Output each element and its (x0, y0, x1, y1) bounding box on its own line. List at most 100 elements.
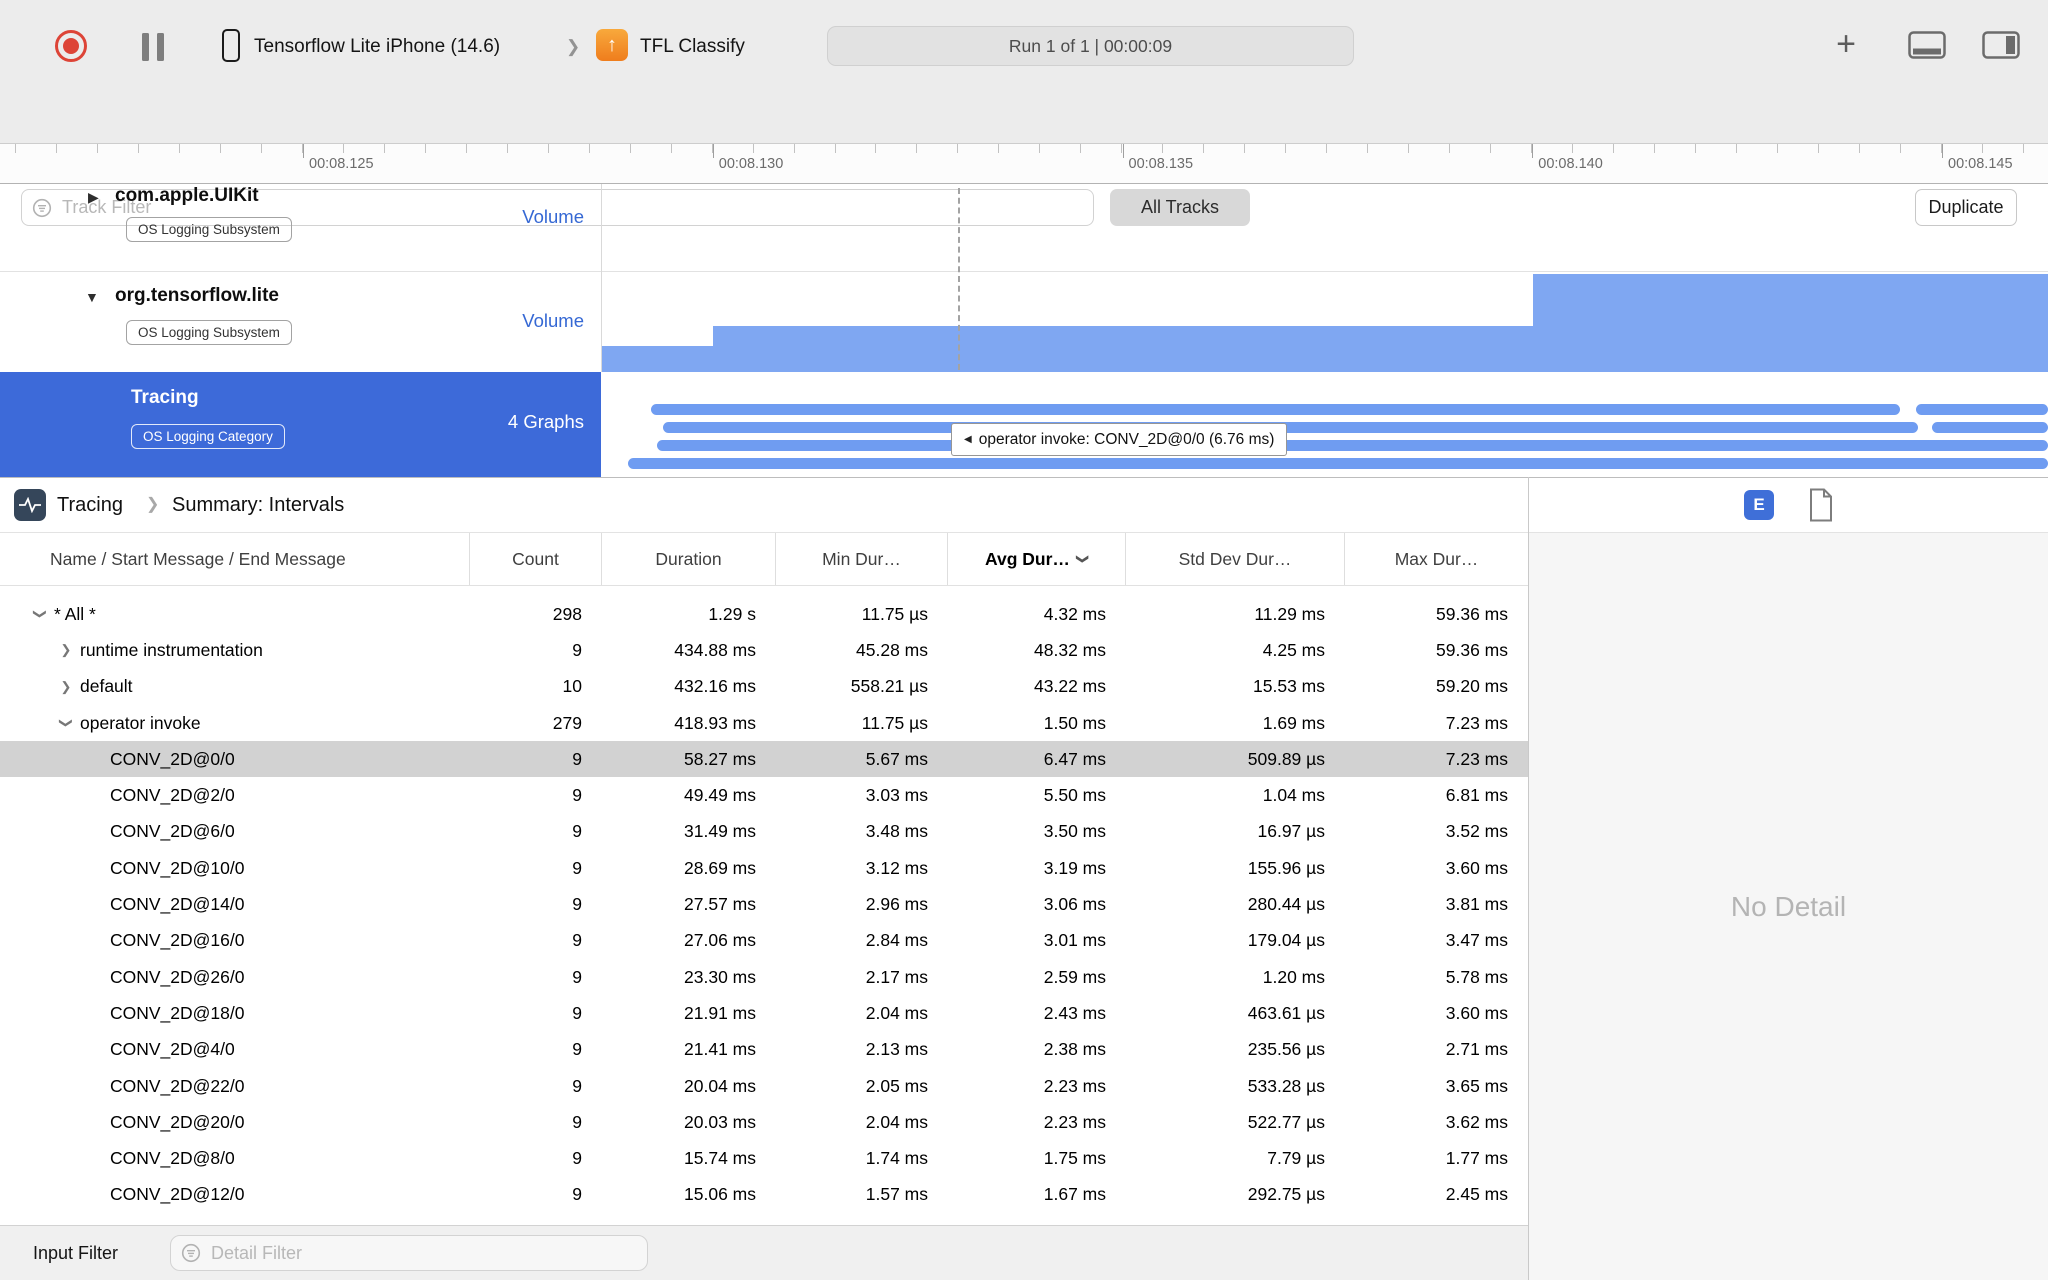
table-row[interactable]: ❯ default 10 432.16 ms 558.21 µs 43.22 ms 15.5… (0, 669, 1528, 705)
row-label: CONV_2D@20/0 (110, 1111, 245, 1132)
row-label: runtime instrumentation (80, 639, 263, 660)
toggle-bottom-pane-button[interactable] (1908, 31, 1946, 59)
table-row[interactable]: CONV_2D@12/0 9 15.06 ms 1.57 ms 1.67 ms 292.7… (0, 1177, 1528, 1213)
ruler-tick (424, 144, 426, 153)
track-name: org.tensorflow.lite (115, 285, 279, 306)
summary-table-body[interactable]: ❯ * All * 298 1.29 s 11.75 µs 4.32 ms 11.29 ms… (0, 586, 1528, 1235)
disclosure-chevron[interactable]: ❯ (58, 679, 74, 695)
column-header-max[interactable]: Max Dur… (1345, 533, 1528, 585)
cell-min: 1.57 ms (865, 1184, 928, 1205)
cell-duration: 434.88 ms (674, 639, 756, 660)
cell-max: 7.23 ms (1445, 712, 1508, 733)
cell-avg: 3.50 ms (1043, 821, 1106, 842)
cell-avg: 2.23 ms (1043, 1111, 1106, 1132)
ruler-tick (465, 144, 467, 153)
cell-duration: 23.30 ms (684, 966, 756, 987)
duplicate-button[interactable]: Duplicate (1915, 189, 2017, 226)
record-button[interactable] (55, 30, 87, 62)
cell-duration: 1.29 s (708, 603, 756, 624)
cell-min: 2.96 ms (865, 894, 928, 915)
ruler-tick (752, 144, 754, 153)
all-tracks-button[interactable]: All Tracks (1110, 189, 1250, 226)
pause-button[interactable] (142, 33, 164, 61)
interval-bar[interactable] (1932, 422, 2048, 433)
column-header-avg[interactable]: Avg Dur… ❯ (948, 533, 1126, 585)
table-row[interactable]: CONV_2D@4/0 9 21.41 ms 2.13 ms 2.38 ms 235.56… (0, 1032, 1528, 1068)
expert-info-button[interactable]: E (1744, 490, 1774, 520)
column-header-stddev[interactable]: Std Dev Dur… (1126, 533, 1345, 585)
cell-count: 9 (572, 821, 582, 842)
track-badge: OS Logging Subsystem (126, 320, 292, 345)
cell-max: 2.71 ms (1445, 1039, 1508, 1060)
interval-bar[interactable] (1916, 404, 2048, 415)
tracing-instrument-icon[interactable] (14, 489, 46, 521)
document-button[interactable] (1808, 488, 1834, 522)
table-row[interactable]: CONV_2D@20/0 9 20.03 ms 2.04 ms 2.23 ms 522.7… (0, 1104, 1528, 1140)
track-header-tflite[interactable]: ▼ org.tensorflow.lite OS Logging Subsyst… (0, 272, 601, 372)
ruler-label: 00:08.135 (1128, 156, 1194, 172)
table-row[interactable]: CONV_2D@6/0 9 31.49 ms 3.48 ms 3.50 ms 16.97 … (0, 814, 1528, 850)
breadcrumb-summary-intervals[interactable]: Summary: Intervals (172, 489, 344, 521)
cell-count: 10 (562, 676, 582, 697)
disclosure-chevron[interactable]: ❯ (32, 606, 48, 622)
breadcrumb-tracing[interactable]: Tracing (57, 489, 123, 521)
cell-max: 3.52 ms (1445, 821, 1508, 842)
cell-max: 7.23 ms (1445, 748, 1508, 769)
playhead-line[interactable] (958, 188, 960, 370)
target-name[interactable]: TFL Classify (640, 33, 745, 61)
row-label: CONV_2D@10/0 (110, 857, 245, 878)
table-row[interactable]: CONV_2D@26/0 9 23.30 ms 2.17 ms 2.59 ms 1.20 … (0, 959, 1528, 995)
cell-duration: 49.49 ms (684, 785, 756, 806)
row-label: CONV_2D@8/0 (110, 1148, 235, 1169)
table-row[interactable]: CONV_2D@2/0 9 49.49 ms 3.03 ms 5.50 ms 1.04 m… (0, 777, 1528, 813)
cell-max: 1.77 ms (1445, 1148, 1508, 1169)
disclosure-chevron[interactable]: ❯ (58, 715, 74, 731)
cell-avg: 1.75 ms (1043, 1148, 1106, 1169)
detail-filter-input[interactable] (209, 1241, 637, 1265)
cell-count: 9 (572, 639, 582, 660)
interval-bar[interactable] (651, 404, 1900, 415)
ruler-tick (383, 144, 385, 153)
table-row[interactable]: ❯ * All * 298 1.29 s 11.75 µs 4.32 ms 11.29 ms… (0, 596, 1528, 632)
cell-max: 59.20 ms (1436, 676, 1508, 697)
column-header-name[interactable]: Name / Start Message / End Message (0, 533, 470, 585)
toggle-right-pane-button[interactable] (1982, 31, 2020, 59)
add-instrument-button[interactable]: + (1830, 22, 1862, 66)
device-name[interactable]: Tensorflow Lite iPhone (14.6) (254, 33, 500, 61)
table-row[interactable]: CONV_2D@0/0 9 58.27 ms 5.67 ms 6.47 ms 509.89… (0, 741, 1528, 778)
timeline-ruler[interactable]: 00:08.125 00:08.130 00:08.135 00:08.140 00:0… (0, 144, 2048, 184)
disclosure-collapsed-icon[interactable]: ▶ (88, 189, 99, 206)
interval-bar[interactable] (657, 440, 2048, 451)
table-row[interactable]: CONV_2D@8/0 9 15.74 ms 1.74 ms 1.75 ms 7.79 µ… (0, 1140, 1528, 1176)
table-row[interactable]: CONV_2D@10/0 9 28.69 ms 3.12 ms 3.19 ms 155.9… (0, 850, 1528, 886)
cell-count: 9 (572, 966, 582, 987)
track-header-uikit[interactable]: ▶ com.apple.UIKit OS Logging Subsystem V… (0, 184, 601, 272)
ruler-major-tick (303, 144, 304, 158)
table-row[interactable]: CONV_2D@18/0 9 21.91 ms 2.04 ms 2.43 ms 463.6… (0, 995, 1528, 1031)
ruler-tick (998, 144, 1000, 153)
inspector-divider[interactable] (1528, 477, 1529, 1280)
column-header-min[interactable]: Min Dur… (776, 533, 948, 585)
disclosure-expanded-icon[interactable]: ▼ (85, 289, 99, 305)
table-row[interactable]: ❯ runtime instrumentation 9 434.88 ms 45.28 … (0, 632, 1528, 668)
cell-duration: 27.06 ms (684, 930, 756, 951)
breadcrumb-chevron-icon: ❯ (146, 496, 160, 513)
column-header-count[interactable]: Count (470, 533, 602, 585)
table-row[interactable]: ❯ operator invoke 279 418.93 ms 11.75 µs 1.50… (0, 705, 1528, 741)
cell-min: 11.75 µs (861, 712, 928, 733)
row-name-cell: CONV_2D@6/0 (0, 814, 470, 850)
track-header-tracing-selected[interactable]: Tracing OS Logging Category 4 Graphs (0, 372, 601, 477)
cell-std: 1.20 ms (1262, 966, 1325, 987)
table-row[interactable]: CONV_2D@22/0 9 20.04 ms 2.05 ms 2.23 ms 533.2… (0, 1068, 1528, 1104)
column-header-duration[interactable]: Duration (602, 533, 776, 585)
record-dot-icon (63, 38, 79, 54)
cell-max: 3.81 ms (1445, 894, 1508, 915)
interval-bar[interactable] (663, 422, 1918, 433)
cell-avg: 3.19 ms (1043, 857, 1106, 878)
table-row[interactable]: CONV_2D@16/0 9 27.06 ms 2.84 ms 3.01 ms 179.0… (0, 923, 1528, 959)
interval-bar[interactable] (628, 458, 2048, 469)
cell-duration: 20.03 ms (684, 1111, 756, 1132)
table-row[interactable]: CONV_2D@14/0 9 27.57 ms 2.96 ms 3.06 ms 280.4… (0, 886, 1528, 922)
disclosure-chevron[interactable]: ❯ (58, 642, 74, 658)
detail-filter-field[interactable] (170, 1235, 648, 1271)
